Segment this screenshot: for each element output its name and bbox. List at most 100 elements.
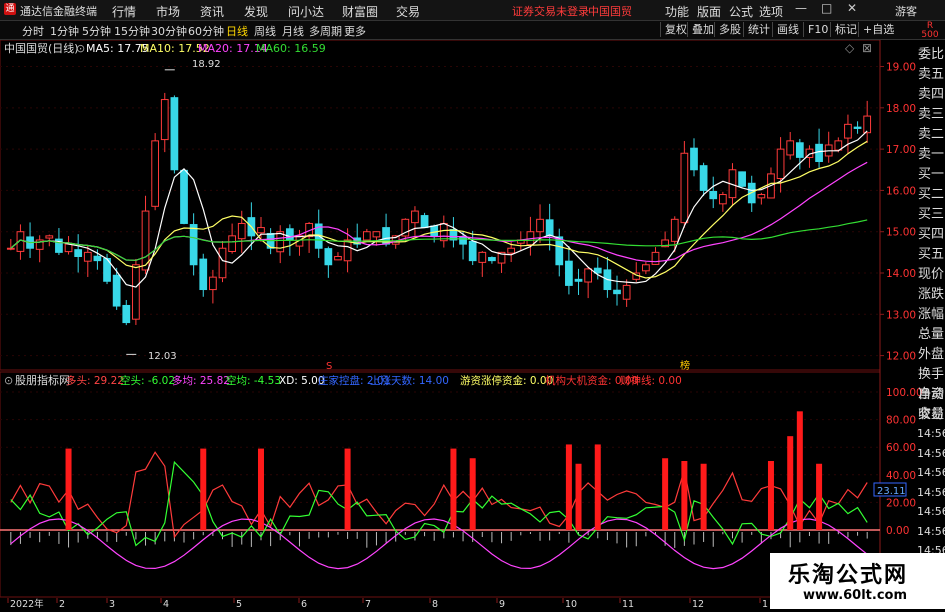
menu-layout[interactable]: 版面 [697, 3, 721, 20]
candle-body [180, 169, 188, 224]
period-5min[interactable]: 5分钟 [82, 23, 111, 39]
date-label: 8 [432, 599, 438, 609]
candle-body [757, 194, 766, 199]
stock-label[interactable]: 中国国贸(日线) [4, 41, 79, 55]
menu-wealth[interactable]: 财富圈 [342, 3, 378, 20]
quote-field-8: 买三 [918, 207, 945, 222]
login-notice[interactable]: 证券交易未登录 [512, 3, 589, 19]
signal-bar [767, 461, 774, 530]
date-label: 3 [109, 599, 115, 609]
chart-area[interactable]: 中国国贸(日线) ⊙ MA5: 17.75 MA10: 17.52 MA20: … [0, 39, 945, 610]
candle-body [430, 225, 439, 237]
candle-body [74, 249, 83, 257]
candle-body [536, 218, 544, 233]
side-time-2: 14:56 [917, 466, 945, 479]
signal-bar [700, 463, 707, 530]
signal-bar [200, 448, 207, 530]
candle-body [545, 219, 554, 237]
period-60min[interactable]: 60分钟 [188, 23, 224, 39]
ind-axis-label: 0.00 [886, 525, 909, 537]
settings-icon[interactable]: ◇ [845, 41, 855, 55]
signal-bar [796, 411, 803, 530]
period-monthly[interactable]: 月线 [282, 23, 304, 39]
candle-body [285, 228, 294, 241]
side-time-3: 14:56 [917, 485, 945, 499]
signal-bar [469, 458, 476, 530]
kline-chart[interactable]: 中国国贸(日线) ⊙ MA5: 17.75 MA10: 17.52 MA20: … [0, 39, 945, 610]
candle-body [786, 140, 795, 156]
candle-body [122, 304, 131, 324]
date-label: 12 [692, 599, 704, 609]
candle-body [170, 97, 179, 171]
guest-label[interactable]: 游客 [895, 3, 917, 19]
menu-trade[interactable]: 交易 [396, 3, 420, 20]
period-multi[interactable]: 多周期 [309, 23, 342, 39]
candle-body [699, 165, 708, 191]
ind-axis-label: 80.00 [886, 415, 916, 427]
candle-body [411, 210, 419, 224]
candle-body [343, 239, 352, 262]
menu-discover[interactable]: 发现 [244, 3, 268, 20]
date-label: 11 [622, 599, 634, 609]
signal-bar [450, 448, 457, 530]
price-panel [0, 39, 881, 371]
candle-body [565, 260, 573, 286]
indicator-name[interactable]: 股朋指标网 [15, 373, 70, 387]
watermark: 乐淘公式网 www.60lt.com [770, 553, 945, 609]
price-axis-label: 18.00 [886, 103, 916, 115]
menu-news[interactable]: 资讯 [200, 3, 224, 20]
stock-notice[interactable]: 中国国贸 [588, 3, 632, 19]
menu-function[interactable]: 功能 [665, 3, 689, 20]
quote-field-3: 卖三 [918, 107, 945, 122]
tool-draw[interactable]: 画线 [772, 22, 803, 37]
period-timeshare[interactable]: 分时 [22, 23, 44, 39]
menu-options[interactable]: 选项 [759, 3, 783, 20]
close-icon[interactable]: ✕ [847, 1, 857, 15]
period-weekly[interactable]: 周线 [254, 23, 276, 39]
trade-label[interactable]: 交易 [918, 405, 945, 425]
auto-label[interactable]: 自动 [918, 385, 945, 405]
price-axis-label: 17.00 [886, 144, 916, 156]
menu-ask[interactable]: 问小达 [288, 3, 324, 20]
candle-body [237, 222, 246, 240]
candle-body [844, 123, 852, 139]
expand-icon[interactable]: ⊙ [76, 42, 85, 55]
period-daily[interactable]: 日线 [226, 23, 248, 39]
tool-mark[interactable]: 标记 [830, 22, 861, 37]
minimize-icon[interactable]: — [795, 1, 807, 15]
tool-stats[interactable]: 统计 [743, 22, 774, 37]
menu-formula[interactable]: 公式 [729, 3, 753, 20]
tool-multistock[interactable]: 多股 [714, 22, 745, 37]
signal-bar [257, 448, 264, 530]
close-panel-icon[interactable]: ⊠ [862, 41, 872, 55]
tool-add-watchlist[interactable]: +自选 [858, 22, 898, 37]
tool-f10[interactable]: F10 [803, 22, 832, 37]
quote-field-0: 委比 [918, 47, 945, 62]
signal-bar [594, 444, 601, 530]
price-axis-label: 12.00 [886, 351, 916, 363]
period-15min[interactable]: 15分钟 [114, 23, 150, 39]
ind-axis-label: 60.00 [886, 442, 916, 454]
indicator-expand-icon[interactable]: ⊙ [4, 374, 13, 387]
app-title: 通达信金融终端 [20, 5, 97, 18]
period-1min[interactable]: 1分钟 [50, 23, 79, 39]
candle-body [718, 194, 727, 205]
candle-body [574, 278, 583, 282]
period-more[interactable]: 更多 [344, 23, 366, 39]
menu-market[interactable]: 市场 [156, 3, 180, 20]
quote-field-11: 现价 [918, 267, 945, 282]
candle-body [738, 171, 746, 187]
watermark-url: www.60lt.com [803, 588, 908, 603]
period-30min[interactable]: 30分钟 [151, 23, 187, 39]
menu-quotes[interactable]: 行情 [112, 3, 136, 20]
maximize-icon[interactable]: □ [821, 1, 832, 15]
side-time-5: 14:56 [917, 524, 945, 538]
quote-field-4: 卖二 [918, 127, 945, 142]
quote-field-9: 买四 [918, 227, 945, 242]
candle-body [199, 258, 208, 291]
candle-body [141, 210, 150, 271]
candle-body [459, 236, 467, 245]
quote-field-2: 卖四 [918, 87, 945, 102]
title-bar: 通 通达信金融终端 行情 市场 资讯 发现 问小达 财富圈 交易 证券交易未登录… [0, 0, 945, 21]
date-label: 7 [365, 599, 371, 609]
